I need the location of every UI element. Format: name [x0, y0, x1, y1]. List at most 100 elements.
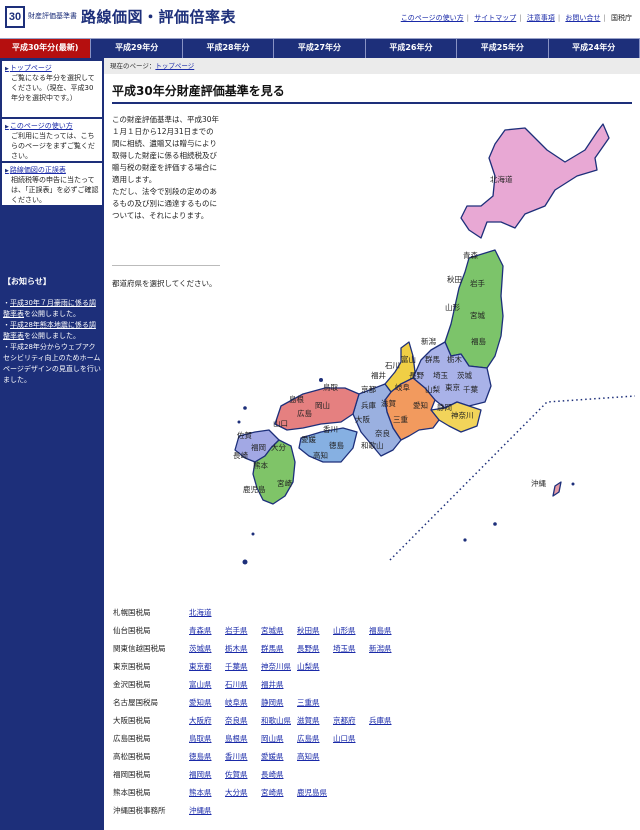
map-label[interactable]: 福岡 [251, 443, 266, 452]
prefecture-link[interactable]: 福島県 [369, 622, 405, 640]
map-label[interactable]: 広島 [297, 408, 312, 418]
map-label[interactable]: 島根 [289, 394, 304, 404]
prefecture-link[interactable]: 大分県 [225, 784, 261, 802]
map-label[interactable]: 富山 [401, 354, 416, 364]
map-label[interactable]: 鹿児島 [243, 484, 266, 494]
prefecture-link[interactable]: 北海道 [189, 604, 225, 622]
prefecture-link[interactable]: 京都府 [333, 712, 369, 730]
prefecture-link[interactable]: 埼玉県 [333, 640, 369, 658]
sidebar-link-howto[interactable]: このページの使い方 [5, 121, 99, 131]
map-label[interactable]: 秋田 [447, 274, 462, 284]
map-label[interactable]: 静岡 [437, 402, 452, 412]
prefecture-link[interactable]: 佐賀県 [225, 766, 261, 784]
map-label[interactable]: 佐賀 [237, 430, 252, 440]
map-label[interactable]: 岐阜 [395, 382, 410, 392]
prefecture-link[interactable]: 新潟県 [369, 640, 405, 658]
map-label[interactable]: 岩手 [470, 278, 485, 288]
map-label[interactable]: 茨城 [457, 370, 472, 380]
map-label[interactable]: 徳島 [329, 440, 344, 450]
map-label[interactable]: 神奈川 [451, 410, 474, 420]
map-label[interactable]: 高知 [313, 450, 328, 460]
breadcrumb-link-top[interactable]: トップページ [155, 62, 194, 70]
prefecture-link[interactable]: 青森県 [189, 622, 225, 640]
prefecture-link[interactable]: 東京都 [189, 658, 225, 676]
header-link-agency[interactable]: 国税庁 [611, 14, 632, 22]
prefecture-link[interactable]: 山形県 [333, 622, 369, 640]
map-label[interactable]: 石川 [385, 361, 400, 370]
tab-h29[interactable]: 平成29年分 [91, 39, 183, 58]
map-label[interactable]: 鳥取 [323, 382, 338, 392]
map-region-okinawa[interactable] [552, 481, 562, 497]
map-label[interactable]: 北海道 [490, 174, 513, 184]
prefecture-link[interactable]: 岩手県 [225, 622, 261, 640]
sidebar-link-top[interactable]: トップページ [5, 63, 99, 73]
site-title[interactable]: 路線価図・評価倍率表 [81, 6, 236, 27]
map-label[interactable]: 宮城 [470, 310, 485, 320]
map-label[interactable]: 千葉 [463, 384, 478, 394]
prefecture-link[interactable]: 熊本県 [189, 784, 225, 802]
prefecture-link[interactable]: 神奈川県 [261, 658, 297, 676]
prefecture-link[interactable]: 岡山県 [261, 730, 297, 748]
map-label[interactable]: 福島 [471, 336, 486, 346]
prefecture-link[interactable]: 和歌山県 [261, 712, 297, 730]
map-label[interactable]: 大分 [271, 442, 286, 452]
map-label[interactable]: 宮崎 [277, 478, 292, 488]
prefecture-link[interactable]: 秋田県 [297, 622, 333, 640]
map-label[interactable]: 兵庫 [361, 400, 376, 410]
map-label[interactable]: 岡山 [315, 400, 330, 410]
prefecture-link[interactable]: 鹿児島県 [297, 784, 333, 802]
map-label[interactable]: 愛媛 [301, 434, 316, 444]
prefecture-link[interactable]: 福井県 [261, 676, 297, 694]
prefecture-link[interactable]: 福岡県 [189, 766, 225, 784]
map-region-hokkaido[interactable] [460, 123, 610, 239]
prefecture-link[interactable]: 滋賀県 [297, 712, 333, 730]
prefecture-link[interactable]: 大阪府 [189, 712, 225, 730]
prefecture-link[interactable]: 三重県 [297, 694, 333, 712]
tab-h30[interactable]: 平成30年分(最新) [0, 39, 92, 58]
prefecture-link[interactable]: 沖縄県 [189, 802, 225, 820]
map-label[interactable]: 青森 [463, 250, 478, 260]
map-label[interactable]: 和歌山 [361, 440, 384, 450]
tab-h25[interactable]: 平成25年分 [457, 39, 549, 58]
prefecture-link[interactable]: 兵庫県 [369, 712, 405, 730]
map-label[interactable]: 埼玉 [433, 370, 448, 380]
prefecture-link[interactable]: 長野県 [297, 640, 333, 658]
prefecture-link[interactable]: 石川県 [225, 676, 261, 694]
header-link-notes[interactable]: 注意事項 [527, 14, 555, 22]
prefecture-link[interactable]: 長崎県 [261, 766, 297, 784]
map-label[interactable]: 新潟 [421, 336, 436, 346]
prefecture-link[interactable]: 静岡県 [261, 694, 297, 712]
prefecture-link[interactable]: 群馬県 [261, 640, 297, 658]
prefecture-link[interactable]: 島根県 [225, 730, 261, 748]
tab-h24[interactable]: 平成24年分 [549, 39, 640, 58]
map-label[interactable]: 奈良 [375, 428, 390, 438]
map-label[interactable]: 長野 [409, 371, 424, 380]
map-label[interactable]: 福井 [371, 370, 386, 380]
map-label[interactable]: 沖縄 [531, 478, 546, 488]
map-label[interactable]: 熊本 [253, 460, 268, 470]
map-label[interactable]: 大阪 [355, 414, 370, 424]
prefecture-link[interactable]: 徳島県 [189, 748, 225, 766]
map-label[interactable]: 山梨 [425, 384, 440, 394]
prefecture-link[interactable]: 鳥取県 [189, 730, 225, 748]
map-label[interactable]: 長崎 [233, 450, 248, 460]
prefecture-link[interactable]: 岐阜県 [225, 694, 261, 712]
header-link-howto[interactable]: このページの使い方 [401, 14, 464, 22]
prefecture-link[interactable]: 香川県 [225, 748, 261, 766]
prefecture-link[interactable]: 宮崎県 [261, 784, 297, 802]
prefecture-link[interactable]: 千葉県 [225, 658, 261, 676]
map-label[interactable]: 愛知 [413, 400, 428, 410]
map-label[interactable]: 香川 [323, 424, 338, 434]
prefecture-link[interactable]: 広島県 [297, 730, 333, 748]
prefecture-link[interactable]: 愛媛県 [261, 748, 297, 766]
prefecture-link[interactable]: 山口県 [333, 730, 369, 748]
prefecture-link[interactable]: 宮城県 [261, 622, 297, 640]
year-logo[interactable]: 30 [5, 6, 25, 28]
prefecture-link[interactable]: 山梨県 [297, 658, 333, 676]
map-label[interactable]: 東京 [445, 382, 460, 392]
map-label[interactable]: 滋賀 [381, 398, 396, 408]
prefecture-link[interactable]: 高知県 [297, 748, 333, 766]
map-label[interactable]: 三重 [393, 415, 408, 424]
map-label[interactable]: 群馬 [425, 354, 440, 364]
map-label[interactable]: 京都 [361, 384, 376, 394]
